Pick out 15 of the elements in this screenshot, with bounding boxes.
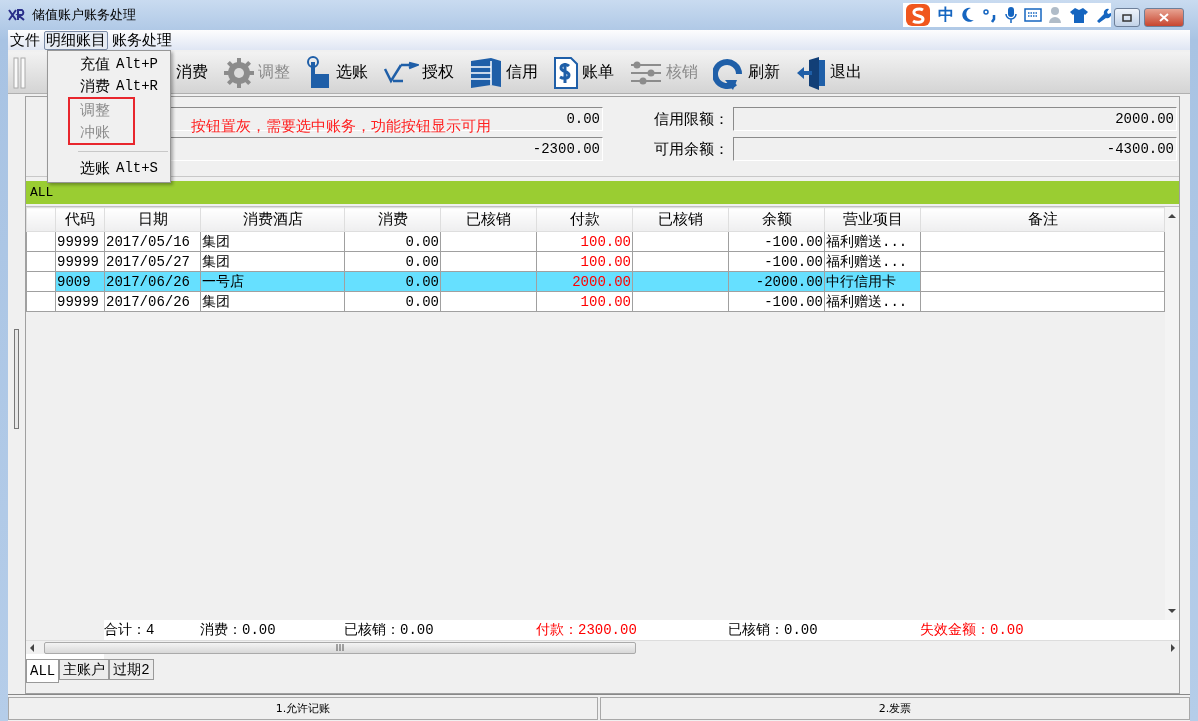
total-text: 消费：0.00 [200, 620, 344, 640]
amount-field: -4300.00 [733, 137, 1177, 161]
total-text: 已核销：0.00 [344, 620, 536, 640]
total-text: 付款：2300.00 [536, 620, 728, 640]
annotation-text: 按钮置灰，需要选中账务，功能按钮显示可用 [191, 117, 491, 136]
amount-field: 2000.00 [733, 107, 1177, 131]
field-label: 可用余额： [653, 139, 730, 159]
total-text: 合计：4 [104, 620, 200, 640]
status-panel: 1.允许记账 [8, 697, 598, 720]
window-title: 储值账户账务处理 [32, 6, 136, 24]
field-label: 信用限额： [653, 109, 730, 129]
group-bar: ALL [26, 181, 1179, 204]
status-panel: 2.发票 [600, 697, 1190, 720]
total-text: 已核销：0.00 [728, 620, 920, 640]
total-text: 失效金额：0.00 [920, 620, 1179, 640]
